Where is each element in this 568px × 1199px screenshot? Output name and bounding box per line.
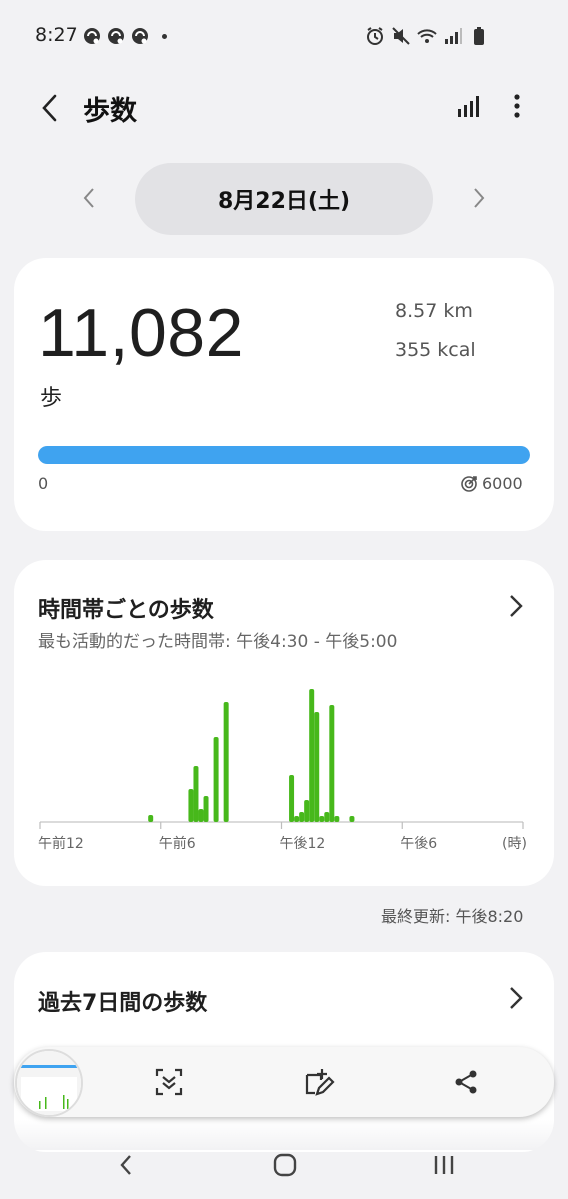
chevron-right-icon xyxy=(510,595,523,617)
step-unit: 歩 xyxy=(40,386,63,411)
bar-chart-icon xyxy=(458,96,479,117)
scroll-capture-icon xyxy=(155,1068,183,1096)
system-icons xyxy=(364,25,490,47)
chevron-right-icon xyxy=(510,987,523,1009)
hourly-details-button[interactable] xyxy=(501,586,531,626)
goal-progress-bar xyxy=(38,446,530,464)
more-notifications-dot xyxy=(162,33,167,39)
more-options-button[interactable] xyxy=(499,88,535,124)
next-date-button[interactable] xyxy=(464,178,494,218)
wifi-icon xyxy=(417,29,437,43)
draw-edit-button[interactable] xyxy=(296,1060,340,1104)
nav-recents-icon xyxy=(434,1156,454,1174)
weekly-card-title: 過去7日間の歩数 xyxy=(38,991,208,1016)
goal-value: 6000 xyxy=(482,474,523,493)
hourly-card-title: 時間帯ごとの歩数 xyxy=(38,598,214,623)
screenshot-thumbnail[interactable] xyxy=(15,1049,83,1117)
back-button[interactable] xyxy=(30,88,70,128)
target-icon xyxy=(461,475,477,492)
nav-back-icon xyxy=(120,1155,131,1175)
goal-progress-fill xyxy=(38,446,530,464)
app-notification-icon xyxy=(108,28,124,44)
thumbnail-preview xyxy=(17,1051,81,1115)
progress-min-label: 0 xyxy=(38,474,49,493)
goal-label: 6000 xyxy=(460,474,523,493)
most-active-period: 最も活動的だった時間帯: 午後4:30 - 午後5:00 xyxy=(38,632,398,652)
nav-home-button[interactable] xyxy=(263,1143,307,1187)
last-updated-label: 最終更新: 午後8:20 xyxy=(381,907,524,926)
alarm-icon xyxy=(367,27,383,45)
step-count: 11,082 xyxy=(38,295,244,371)
app-notification-icon xyxy=(132,28,148,44)
page-title: 歩数 xyxy=(83,96,137,127)
chevron-left-icon xyxy=(83,188,94,208)
weekly-details-button[interactable] xyxy=(501,978,531,1018)
nav-home-icon xyxy=(273,1153,297,1177)
chevron-right-icon xyxy=(474,188,485,208)
draw-edit-icon xyxy=(305,1069,335,1096)
battery-icon xyxy=(474,27,484,45)
signal-icon xyxy=(445,28,462,44)
nav-back-button[interactable] xyxy=(104,1143,148,1187)
share-button[interactable] xyxy=(444,1060,488,1104)
nav-recents-button[interactable] xyxy=(422,1143,466,1187)
date-selector[interactable]: 8月22日(土) xyxy=(135,163,433,235)
trends-button[interactable] xyxy=(450,88,486,124)
back-arrow-icon xyxy=(42,94,57,122)
share-icon xyxy=(455,1070,477,1094)
previous-date-button[interactable] xyxy=(74,178,104,218)
distance-value: 8.57 km xyxy=(395,300,473,322)
status-time: 8:27 xyxy=(35,24,78,46)
calories-value: 355 kcal xyxy=(395,339,476,361)
more-vertical-icon xyxy=(514,94,520,118)
app-notification-icon xyxy=(84,28,100,44)
mute-icon xyxy=(392,27,410,45)
notification-icons xyxy=(82,26,167,46)
scroll-capture-button[interactable] xyxy=(147,1060,191,1104)
